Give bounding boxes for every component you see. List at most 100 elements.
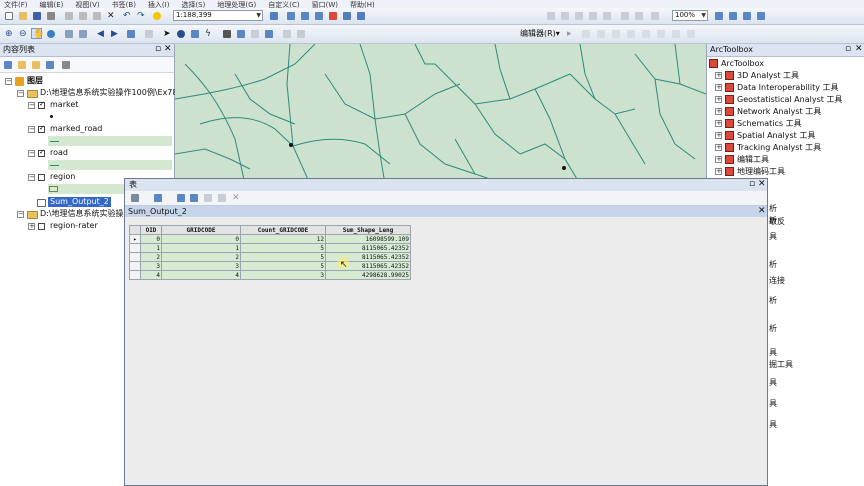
clear-selection-button[interactable] — [143, 28, 154, 39]
rotate-button[interactable] — [640, 28, 651, 39]
attributes-button[interactable] — [655, 28, 666, 39]
table-row[interactable]: 3 3 5 8115065.42352 — [129, 261, 411, 271]
switch-selection-button[interactable] — [188, 192, 199, 203]
cell-gridcode[interactable]: 3 — [161, 261, 241, 271]
editor-toolbar-button[interactable] — [268, 10, 279, 21]
go-to-xy-button[interactable] — [249, 28, 260, 39]
map-scale-dropdown[interactable]: 1:188,399 ▼ — [173, 10, 263, 21]
region-visibility-checkbox[interactable] — [38, 174, 45, 181]
layout-tool-6-button[interactable] — [619, 10, 630, 21]
cell-oid[interactable]: 2 — [140, 252, 162, 262]
layout-tool-9-button[interactable] — [713, 10, 724, 21]
toolbox-partial-label[interactable]: 具 — [769, 399, 777, 409]
pin-icon[interactable]: ▫ — [845, 45, 851, 54]
map-view[interactable] — [175, 44, 706, 184]
toolbox-partial-label[interactable]: 连接 — [769, 276, 785, 286]
back-button[interactable]: ◀ — [95, 28, 106, 39]
road-visibility-checkbox[interactable] — [38, 148, 45, 157]
related-tables-button[interactable] — [152, 192, 163, 203]
layer-region-label[interactable]: region — [50, 172, 75, 182]
forward-button[interactable]: ▶ — [109, 28, 120, 39]
layer-road-label[interactable]: road — [50, 148, 68, 158]
region-raster-visibility-checkbox[interactable] — [38, 223, 45, 230]
row-selector[interactable] — [129, 243, 141, 253]
layout-tool-3-button[interactable] — [573, 10, 584, 21]
toolbox-partial-label[interactable]: 掘工具 — [769, 360, 793, 370]
layout-tool-11-button[interactable] — [741, 10, 752, 21]
close-icon[interactable]: ✕ — [164, 45, 172, 54]
cut-polygon-button[interactable] — [610, 28, 621, 39]
toolbox-partial-label[interactable]: 具 — [769, 232, 777, 242]
collapse-layers-toggle[interactable]: − — [5, 78, 12, 85]
cell-count-gridcode[interactable]: 12 — [240, 234, 326, 244]
market-visibility-checkbox[interactable] — [38, 100, 45, 109]
select-features-button[interactable] — [125, 28, 136, 39]
cell-gridcode[interactable]: 4 — [161, 270, 241, 280]
collapse-region-toggle[interactable]: − — [28, 174, 35, 181]
time-slider-button[interactable] — [281, 28, 292, 39]
toolbox-partial-label[interactable]: 具 — [769, 348, 777, 358]
current-row-indicator[interactable]: ▸ — [129, 234, 141, 244]
restore-icon[interactable]: ▫ — [749, 180, 755, 189]
expand-toggle[interactable]: + — [715, 96, 722, 103]
row-selector[interactable] — [129, 252, 141, 262]
layout-tool-8-button[interactable] — [649, 10, 660, 21]
toolbox-partial-label[interactable]: 具 — [769, 420, 777, 430]
column-header-oid[interactable]: OID — [140, 225, 162, 235]
path1-label[interactable]: D:\地理信息系统实验操作100例\Ex78 — [40, 88, 177, 98]
list-by-selection-button[interactable] — [44, 59, 55, 70]
column-header-count-gridcode[interactable]: Count_GRIDCODE — [240, 225, 326, 235]
list-by-source-button[interactable] — [16, 59, 27, 70]
cell-gridcode[interactable]: 2 — [161, 252, 241, 262]
marked-road-visibility-checkbox[interactable] — [38, 124, 45, 133]
close-icon[interactable]: ✕ — [855, 45, 863, 54]
cell-count-gridcode[interactable]: 3 — [240, 270, 326, 280]
layout-tool-12-button[interactable] — [755, 10, 766, 21]
expand-toggle[interactable]: + — [715, 132, 722, 139]
expand-toggle[interactable]: + — [715, 168, 722, 175]
create-features-button[interactable] — [685, 28, 696, 39]
toolbox-partial-label[interactable]: 析 — [769, 260, 777, 270]
copy-button[interactable] — [77, 10, 88, 21]
cell-count-gridcode[interactable]: 5 — [240, 261, 326, 271]
cell-oid[interactable]: 3 — [140, 261, 162, 271]
cell-gridcode[interactable]: 1 — [161, 243, 241, 253]
delete-selected-button[interactable]: ✕ — [230, 192, 241, 203]
search-button[interactable] — [313, 10, 324, 21]
cell-oid[interactable]: 1 — [140, 243, 162, 253]
find-button[interactable] — [221, 28, 232, 39]
cell-sum-shape-leng[interactable]: 4298628.99025 — [325, 270, 411, 280]
expand-path2-toggle[interactable]: − — [17, 211, 24, 218]
cell-sum-shape-leng[interactable]: 8115065.42352 — [325, 243, 411, 253]
zoom-dropdown[interactable]: 100% ▼ — [672, 10, 708, 21]
expand-toggle[interactable]: + — [715, 84, 722, 91]
new-document-button[interactable] — [3, 10, 14, 21]
column-header-gridcode[interactable]: GRIDCODE — [161, 225, 241, 235]
collapse-path1-toggle[interactable]: − — [17, 90, 24, 97]
close-tab-icon[interactable]: ✕ — [758, 207, 766, 216]
expand-toggle[interactable]: + — [715, 72, 722, 79]
redo-button[interactable]: ↷ — [135, 10, 146, 21]
cell-oid[interactable]: 0 — [140, 234, 162, 244]
layout-tool-1-button[interactable] — [545, 10, 556, 21]
toolbox-partial-label[interactable]: 析 — [769, 296, 777, 306]
python-button[interactable] — [341, 10, 352, 21]
path2-label[interactable]: D:\地理信息系统实验操作 — [40, 209, 132, 219]
layer-region-raster-label[interactable]: region-rater — [50, 221, 98, 231]
undo-button[interactable]: ↶ — [121, 10, 132, 21]
expand-toggle[interactable]: + — [715, 144, 722, 151]
edit-vertices-button[interactable] — [580, 28, 591, 39]
print-button[interactable] — [45, 10, 56, 21]
row-selector-header[interactable] — [129, 225, 141, 235]
add-data-button[interactable] — [151, 10, 162, 21]
open-button[interactable] — [17, 10, 28, 21]
table-row[interactable]: ▸ 0 0 12 16098599.109 — [129, 234, 411, 244]
collapse-market-toggle[interactable]: − — [28, 102, 35, 109]
toolbox-partial-label[interactable]: 析 — [769, 324, 777, 334]
table-of-contents-button[interactable] — [285, 10, 296, 21]
column-header-sum-shape-leng[interactable]: Sum_Shape_Leng — [325, 225, 411, 235]
zoom-to-selected-button[interactable] — [216, 192, 227, 203]
cell-gridcode[interactable]: 0 — [161, 234, 241, 244]
paste-button[interactable] — [91, 10, 102, 21]
fixed-zoom-out-button[interactable] — [77, 28, 88, 39]
